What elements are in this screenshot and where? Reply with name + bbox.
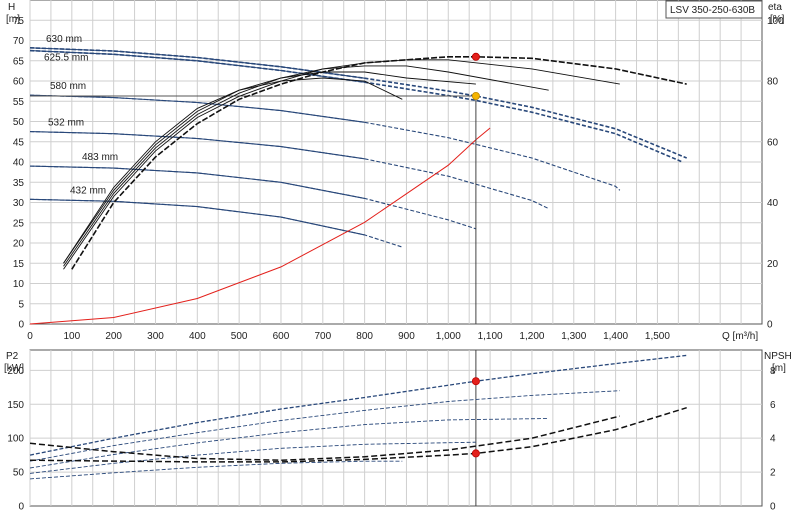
eta-tick-label: 0 bbox=[767, 320, 773, 331]
curves bbox=[29, 47, 688, 506]
h-tick-label: 45 bbox=[13, 137, 25, 148]
npsh-axis-label: NPSH bbox=[764, 351, 792, 362]
npsh-tick-label: 2 bbox=[770, 468, 776, 479]
q-tick-label: 100 bbox=[63, 331, 80, 342]
chart-svg: 0510152025303540455055606570750204060801… bbox=[4, 0, 792, 513]
duty-point-npsh-marker bbox=[471, 449, 480, 458]
labels: 630 mm 625.5 mm 580 mm 532 mm 483 mm 432 mm bbox=[44, 34, 118, 196]
h-tick-label: 50 bbox=[13, 117, 25, 128]
h-tick-label: 30 bbox=[13, 198, 25, 209]
q-tick-label: 600 bbox=[273, 331, 290, 342]
q-tick-label: 400 bbox=[189, 331, 206, 342]
h-tick-label: 35 bbox=[13, 178, 25, 189]
h-tick-label: 60 bbox=[13, 77, 25, 88]
q-tick-label: 1,500 bbox=[645, 331, 670, 342]
h-tick-label: 5 bbox=[18, 299, 24, 310]
q-tick-label: 500 bbox=[231, 331, 248, 342]
p2-axis-unit: [kW] bbox=[4, 363, 24, 374]
duty-point-head-marker bbox=[471, 91, 480, 100]
head-curve-label: 625.5 mm bbox=[44, 53, 88, 64]
q-tick-label: 1,300 bbox=[561, 331, 586, 342]
eta-curve bbox=[63, 71, 476, 264]
eta-axis-label: eta bbox=[768, 2, 782, 13]
lower-frame bbox=[29, 349, 763, 507]
p2-tick-label: 100 bbox=[7, 434, 24, 445]
head-curve-label: 580 mm bbox=[50, 81, 86, 92]
head-curve-label: 432 mm bbox=[70, 185, 106, 196]
eta-tick-label: 20 bbox=[767, 259, 779, 270]
head-curve bbox=[29, 49, 683, 163]
duty-point-eta-marker bbox=[471, 52, 480, 61]
q-tick-label: 0 bbox=[27, 331, 33, 342]
duty-point-power-marker bbox=[471, 377, 480, 386]
npsh-axis-unit: [m] bbox=[772, 363, 786, 374]
npsh-curve bbox=[29, 406, 687, 463]
head-curve bbox=[29, 94, 621, 191]
power-curve bbox=[29, 390, 620, 462]
q-tick-label: 700 bbox=[314, 331, 331, 342]
p2-axis-label: P2 bbox=[6, 351, 19, 362]
h-axis-label: H bbox=[8, 2, 15, 13]
eta-tick-label: 80 bbox=[767, 77, 779, 88]
h-axis-unit: [m] bbox=[6, 14, 20, 25]
h-tick-label: 25 bbox=[13, 218, 25, 229]
eta-tick-label: 40 bbox=[767, 198, 779, 209]
head-curve bbox=[29, 165, 477, 230]
q-tick-label: 1,100 bbox=[478, 331, 503, 342]
power-curve bbox=[29, 460, 403, 480]
q-tick-label: 900 bbox=[398, 331, 415, 342]
q-tick-label: 300 bbox=[147, 331, 164, 342]
h-tick-label: 10 bbox=[13, 279, 25, 290]
h-tick-label: 65 bbox=[13, 56, 25, 67]
h-tick-label: 55 bbox=[13, 97, 25, 108]
head-curve-label: 483 mm bbox=[82, 152, 118, 163]
h-tick-label: 20 bbox=[13, 239, 25, 250]
pump-curve-chart: 0 5 10 15 20 25 30 35 40 45 50 55 60 65 70 75 0 20 40 60 80 1… bbox=[0, 0, 800, 520]
lower-grid: 05010015020002468 bbox=[7, 349, 776, 513]
q-tick-label: 1,200 bbox=[519, 331, 544, 342]
npsh-tick-label: 4 bbox=[770, 434, 776, 445]
p2-tick-label: 50 bbox=[13, 468, 25, 479]
eta-curve bbox=[63, 59, 620, 270]
p2-tick-label: 0 bbox=[18, 502, 24, 513]
q-tick-label: 1,400 bbox=[603, 331, 628, 342]
p2-tick-label: 150 bbox=[7, 400, 24, 411]
eta-tick-label: 60 bbox=[767, 137, 779, 148]
h-tick-label: 0 bbox=[18, 320, 24, 331]
h-tick-label: 15 bbox=[13, 259, 25, 270]
q-axis-label: Q [m³/h] bbox=[722, 331, 758, 342]
title-box-text: LSV 350-250-630B bbox=[670, 5, 755, 16]
h-tick-label: 40 bbox=[13, 158, 25, 169]
q-tick-label: 1,000 bbox=[436, 331, 461, 342]
eta-axis-unit: [%] bbox=[770, 14, 785, 25]
npsh-tick-label: 6 bbox=[770, 400, 776, 411]
head-curve-label: 532 mm bbox=[48, 118, 84, 129]
head-curve-label: 630 mm bbox=[46, 34, 82, 45]
q-tick-label: 200 bbox=[105, 331, 122, 342]
h-tick-label: 70 bbox=[13, 36, 25, 47]
q-tick-label: 800 bbox=[356, 331, 373, 342]
npsh-tick-label: 0 bbox=[770, 502, 776, 513]
